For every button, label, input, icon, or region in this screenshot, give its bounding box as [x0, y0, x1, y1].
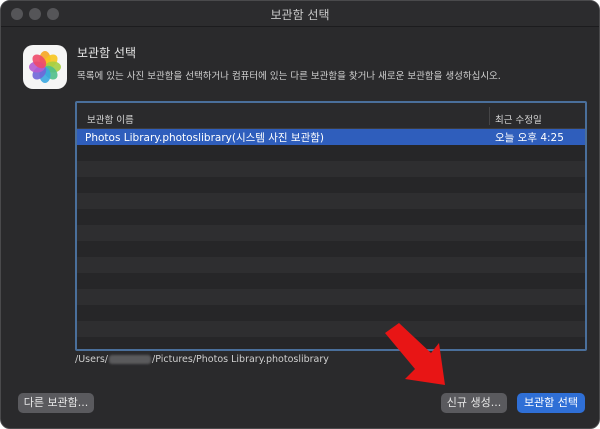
create-new-button[interactable]: 신규 생성... — [441, 393, 507, 413]
column-header-last-modified[interactable]: 최근 수정일 — [495, 112, 542, 126]
title-bar: 보관함 선택 — [1, 1, 599, 27]
column-header-library-name[interactable]: 보관함 이름 — [87, 112, 134, 126]
library-name-cell: Photos Library.photoslibrary(시스템 사진 보관함) — [85, 132, 324, 144]
redacted-username — [109, 355, 152, 364]
empty-table-row — [77, 241, 585, 257]
other-library-button[interactable]: 다른 보관함... — [18, 393, 94, 413]
table-row-selected[interactable]: Photos Library.photoslibrary(시스템 사진 보관함)… — [77, 129, 585, 145]
empty-table-row — [77, 321, 585, 337]
last-modified-cell: 오늘 오후 4:25 — [495, 132, 564, 144]
empty-table-row — [77, 209, 585, 225]
library-chooser-window: 보관함 선택 보관함 선택 목록에 있는 사진 보관함을 선택하거나 컴퓨터에 … — [0, 0, 600, 429]
dialog-description: 목록에 있는 사진 보관함을 선택하거나 컴퓨터에 있는 다른 보관함을 찾거나… — [77, 71, 501, 82]
empty-table-row — [77, 337, 585, 349]
empty-table-row — [77, 273, 585, 289]
empty-table-row — [77, 145, 585, 161]
empty-table-row — [77, 257, 585, 273]
column-divider — [489, 107, 490, 125]
table-header: 보관함 이름 최근 수정일 — [77, 103, 585, 129]
empty-table-row — [77, 177, 585, 193]
empty-table-row — [77, 193, 585, 209]
path-suffix: /Pictures/Photos Library.photoslibrary — [152, 354, 329, 365]
empty-table-row — [77, 225, 585, 241]
path-prefix: /Users/ — [75, 354, 109, 365]
table-rows: Photos Library.photoslibrary(시스템 사진 보관함)… — [77, 129, 585, 349]
red-arrow-annotation — [385, 323, 445, 385]
empty-table-row — [77, 305, 585, 321]
library-path-label: /Users/ /Pictures/Photos Library.photosli… — [75, 354, 329, 365]
empty-table-row — [77, 161, 585, 177]
library-table[interactable]: 보관함 이름 최근 수정일 Photos Library.photoslibra… — [75, 101, 587, 351]
empty-table-row — [77, 289, 585, 305]
window-title: 보관함 선택 — [270, 8, 330, 22]
dialog-heading: 보관함 선택 — [77, 46, 137, 60]
photos-app-icon — [23, 45, 67, 89]
choose-library-button[interactable]: 보관함 선택 — [517, 393, 585, 413]
